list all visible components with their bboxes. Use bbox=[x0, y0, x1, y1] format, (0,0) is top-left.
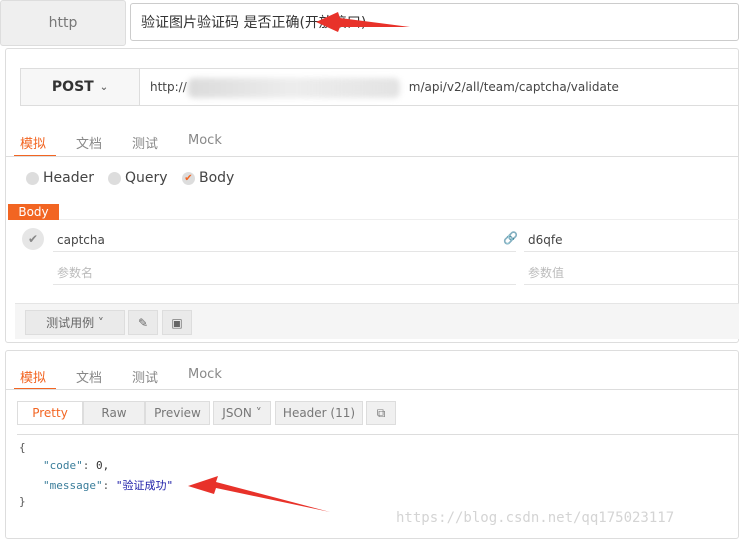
annotation-arrows bbox=[188, 12, 410, 512]
watermark: https://blog.csdn.net/qq175023117 bbox=[396, 510, 675, 526]
arrow-annotation-message bbox=[188, 476, 330, 512]
arrow-annotation-title bbox=[316, 12, 410, 32]
